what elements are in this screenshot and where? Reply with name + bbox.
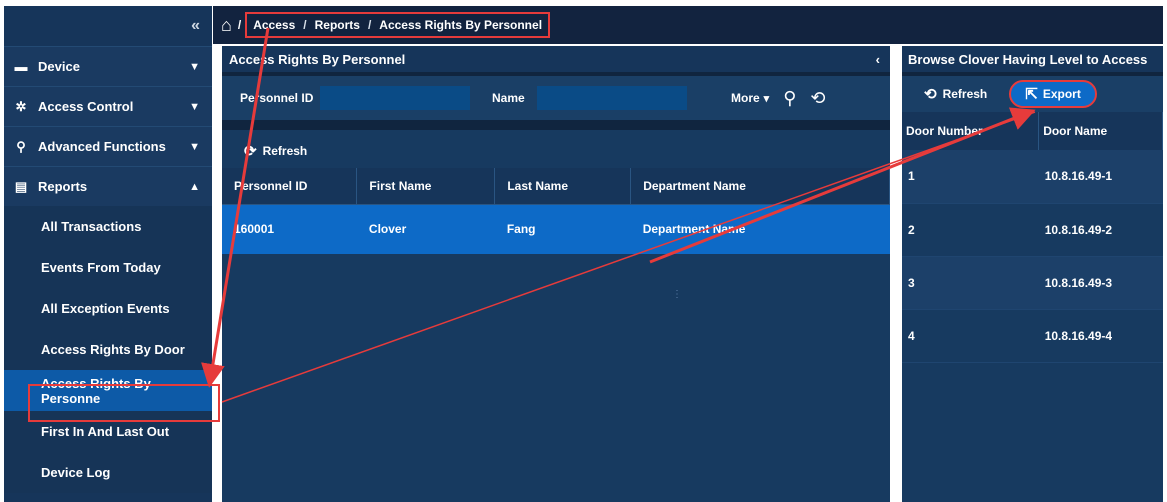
sidebar-item-all-transactions[interactable]: All Transactions bbox=[4, 206, 212, 247]
table-row[interactable]: 2 10.8.16.49-2 bbox=[902, 203, 1163, 257]
breadcrumb-separator: / bbox=[237, 18, 242, 32]
sidebar-item-all-exception-events[interactable]: All Exception Events bbox=[4, 288, 212, 329]
table-header-row: Personnel ID First Name Last Name Depart… bbox=[222, 168, 890, 205]
search-icon[interactable]: ⚲ bbox=[783, 88, 796, 109]
splitter-handle[interactable]: ⋮ bbox=[672, 289, 682, 303]
cell-door-name: 10.8.16.49-3 bbox=[1038, 256, 1163, 310]
sidebar-group-access-control[interactable]: ✲ Access Control ▼ bbox=[4, 86, 212, 126]
sidebar-collapse-button[interactable]: « bbox=[4, 6, 212, 46]
sidebar-group-label: Device bbox=[38, 59, 80, 74]
cell-door-number: 2 bbox=[902, 203, 1039, 257]
cell-door-number: 1 bbox=[902, 150, 1039, 204]
cell-door-number: 3 bbox=[902, 256, 1039, 310]
chevron-up-icon: ▲ bbox=[189, 180, 200, 193]
sidebar-item-access-rights-by-door[interactable]: Access Rights By Door bbox=[4, 329, 212, 370]
chevron-down-icon: ▼ bbox=[189, 100, 200, 113]
right-refresh-label: Refresh bbox=[942, 87, 988, 101]
personnel-id-input[interactable] bbox=[320, 86, 470, 110]
door-table: Door Number Door Name 1 10.8.16.49-1 2 1… bbox=[902, 112, 1163, 363]
export-label: Export bbox=[1042, 87, 1081, 101]
cell-department: Department Name bbox=[630, 204, 890, 254]
chevron-down-icon: ▼ bbox=[189, 140, 200, 153]
export-button[interactable]: ⇱ Export bbox=[1009, 80, 1097, 108]
document-icon: ▤ bbox=[14, 178, 28, 194]
page-title: Access Rights By Personnel bbox=[229, 51, 406, 67]
sidebar-group-device[interactable]: ▬ Device ▼ bbox=[4, 46, 212, 86]
gear-icon: ✲ bbox=[15, 98, 27, 114]
cell-door-number: 4 bbox=[902, 309, 1039, 363]
refresh-icon: ⟳ bbox=[244, 143, 257, 160]
cell-door-name: 10.8.16.49-2 bbox=[1038, 203, 1163, 257]
sidebar-group-label: Reports bbox=[38, 179, 88, 194]
sidebar-item-device-log[interactable]: Device Log bbox=[4, 452, 212, 493]
table-row[interactable]: 3 10.8.16.49-3 bbox=[902, 256, 1163, 310]
cell-personnel-id: 160001 bbox=[222, 204, 357, 254]
collapse-panel-icon[interactable]: ‹ bbox=[876, 52, 880, 67]
personnel-table: Personnel ID First Name Last Name Depart… bbox=[222, 168, 890, 254]
refresh-icon: ⟲ bbox=[924, 86, 937, 103]
toolbar: ⟳ Refresh bbox=[222, 120, 890, 168]
column-header-door-name[interactable]: Door Name bbox=[1038, 112, 1163, 150]
table-row[interactable]: 4 10.8.16.49-4 bbox=[902, 309, 1163, 363]
breadcrumb-item-current: Access Rights By Personnel bbox=[379, 18, 543, 32]
refresh-label: Refresh bbox=[262, 144, 308, 158]
sidebar-group-label: Advanced Functions bbox=[38, 139, 166, 154]
advanced-icon: ⚲ bbox=[16, 138, 26, 154]
personnel-id-label: Personnel ID bbox=[240, 91, 314, 105]
column-header-first-name[interactable]: First Name bbox=[356, 168, 496, 205]
table-header-row: Door Number Door Name bbox=[902, 112, 1163, 150]
right-panel: Browse Clover Having Level to Access ⟲ R… bbox=[902, 46, 1163, 502]
name-label: Name bbox=[492, 91, 525, 105]
breadcrumb-highlight: Access / Reports / Access Rights By Pers… bbox=[245, 12, 551, 38]
sidebar: « ▬ Device ▼ ✲ Access Control ▼ ⚲ Advanc… bbox=[4, 6, 212, 502]
table-row[interactable]: 1 10.8.16.49-1 bbox=[902, 150, 1163, 204]
sidebar-group-advanced-functions[interactable]: ⚲ Advanced Functions ▼ bbox=[4, 126, 212, 166]
column-header-last-name[interactable]: Last Name bbox=[494, 168, 632, 205]
cell-last-name: Fang bbox=[494, 204, 631, 254]
breadcrumb: ⌂ / Access / Reports / Access Rights By … bbox=[213, 6, 1163, 44]
column-header-personnel-id[interactable]: Personnel ID bbox=[222, 168, 358, 205]
search-bar: Personnel ID Name More ▾ ⚲ ⟲ bbox=[222, 72, 890, 120]
column-header-department-name[interactable]: Department Name bbox=[630, 168, 890, 205]
more-label: More bbox=[731, 91, 760, 105]
right-refresh-button[interactable]: ⟲ Refresh bbox=[924, 85, 987, 103]
reset-icon[interactable]: ⟲ bbox=[810, 88, 825, 109]
annotation-highlight-box bbox=[28, 384, 220, 422]
breadcrumb-item-reports[interactable]: Reports bbox=[315, 18, 360, 32]
sidebar-group-reports[interactable]: ▤ Reports ▲ bbox=[4, 166, 212, 206]
chevron-down-icon: ▾ bbox=[763, 92, 770, 105]
device-icon: ▬ bbox=[14, 59, 28, 74]
panel-title-bar: Access Rights By Personnel ‹ bbox=[222, 46, 890, 72]
sidebar-group-label: Access Control bbox=[38, 99, 134, 114]
main-panel: Access Rights By Personnel ‹ Personnel I… bbox=[222, 46, 890, 502]
sidebar-item-events-from-today[interactable]: Events From Today bbox=[4, 247, 212, 288]
cell-door-name: 10.8.16.49-4 bbox=[1038, 309, 1163, 363]
breadcrumb-item-access[interactable]: Access bbox=[253, 18, 295, 32]
breadcrumb-separator: / bbox=[303, 18, 307, 32]
cell-first-name: Clover bbox=[356, 204, 495, 254]
chevron-down-icon: ▼ bbox=[189, 60, 200, 73]
breadcrumb-separator: / bbox=[367, 18, 372, 32]
right-panel-title: Browse Clover Having Level to Access bbox=[902, 46, 1163, 72]
name-input[interactable] bbox=[537, 86, 687, 110]
table-row[interactable]: 160001 Clover Fang Department Name bbox=[222, 204, 890, 254]
more-button[interactable]: More ▾ bbox=[731, 91, 769, 105]
home-icon[interactable]: ⌂ bbox=[221, 15, 232, 36]
cell-door-name: 10.8.16.49-1 bbox=[1038, 150, 1163, 204]
right-toolbar: ⟲ Refresh ⇱ Export bbox=[902, 72, 1163, 112]
export-icon: ⇱ bbox=[1025, 86, 1038, 103]
column-header-door-number[interactable]: Door Number bbox=[902, 112, 1040, 150]
refresh-button[interactable]: ⟳ Refresh bbox=[244, 142, 307, 160]
